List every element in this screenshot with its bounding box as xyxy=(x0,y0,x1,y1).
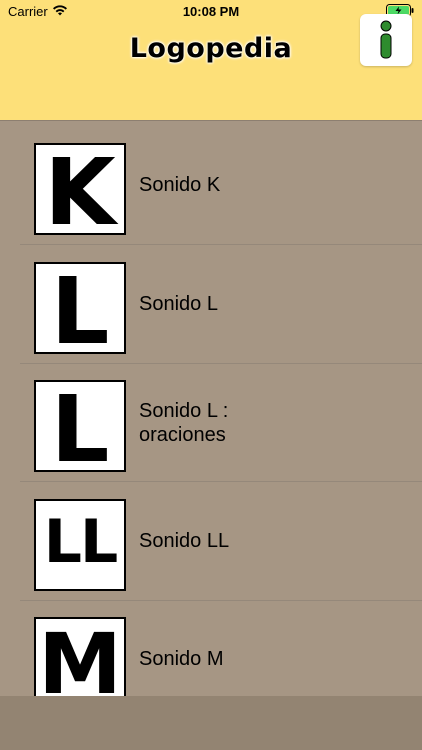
list-item-label: Sonido LL xyxy=(139,530,230,552)
thumbnail-letter: K xyxy=(44,143,116,235)
list-item-label-line2: oraciones xyxy=(139,424,226,446)
list-item-sonido-l-oraciones[interactable]: L Sonido L : oraciones xyxy=(20,363,422,482)
thumbnail-letter: LL xyxy=(43,507,118,577)
bottom-toolbar xyxy=(0,696,422,750)
list-item-sonido-l[interactable]: L Sonido L xyxy=(20,245,422,364)
letter-thumbnail: L xyxy=(34,380,126,472)
thumbnail-letter: L xyxy=(50,380,110,472)
list-item-label-line1: Sonido L : xyxy=(139,400,229,422)
list-item-sonido-ll[interactable]: LL Sonido LL xyxy=(20,482,422,601)
status-bar: Carrier 10:08 PM xyxy=(0,0,422,24)
list-item-label: Sonido L xyxy=(139,293,218,315)
sound-list: K Sonido K L Sonido L L Sonido L : oraci… xyxy=(0,120,422,697)
list-item-sonido-m[interactable]: M Sonido M xyxy=(20,600,422,697)
thumbnail-letter: M xyxy=(38,617,122,697)
status-time: 10:08 PM xyxy=(182,4,240,19)
letter-thumbnail: L xyxy=(34,262,126,354)
info-button[interactable] xyxy=(360,14,412,66)
page-title: Logopedia xyxy=(129,33,293,64)
info-icon xyxy=(380,20,392,59)
list-item-label: Sonido M xyxy=(139,648,224,670)
list-item-sonido-k[interactable]: K Sonido K xyxy=(20,126,422,245)
letter-thumbnail: K xyxy=(34,143,126,235)
letter-thumbnail: M xyxy=(34,617,126,697)
list-item-label: Sonido K xyxy=(139,174,221,196)
navigation-bar: Carrier 10:08 PM Logopedia xyxy=(0,0,422,120)
letter-thumbnail: LL xyxy=(34,499,126,591)
thumbnail-letter: L xyxy=(50,262,110,354)
